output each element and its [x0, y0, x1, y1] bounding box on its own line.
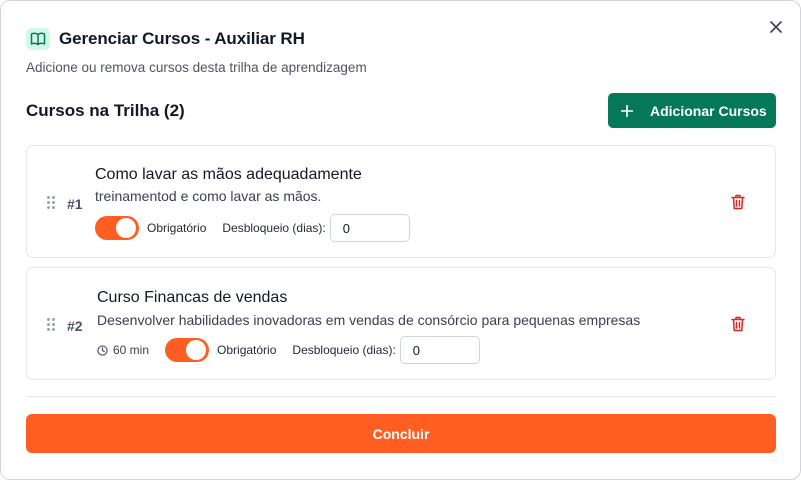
course-controls: 60 min Obrigatório Desbloqueio (dias): — [97, 336, 480, 364]
book-open-icon — [26, 28, 50, 50]
course-card: #2 Curso Financas de vendas Desenvolver … — [26, 267, 776, 380]
required-label: Obrigatório — [147, 221, 207, 235]
drag-handle-icon[interactable] — [47, 196, 55, 210]
drag-handle-icon[interactable] — [47, 318, 55, 332]
clock-icon — [97, 344, 108, 356]
duration-text: 60 min — [113, 343, 150, 357]
course-description: treinamentod e como lavar as mãos. — [95, 188, 322, 204]
add-courses-label: Adicionar Cursos — [650, 102, 767, 119]
trash-icon — [731, 316, 745, 332]
plus-icon — [621, 104, 633, 117]
unlock-days-input[interactable] — [399, 336, 480, 364]
course-order: #2 — [67, 318, 83, 334]
dialog-header: Gerenciar Cursos - Auxiliar RH — [26, 28, 305, 50]
close-icon — [770, 21, 782, 33]
remove-course-button[interactable] — [730, 315, 746, 333]
unlock-days-label: Desbloqueio (dias): — [292, 343, 396, 357]
add-courses-button[interactable]: Adicionar Cursos — [608, 93, 776, 128]
manage-courses-dialog: Gerenciar Cursos - Auxiliar RH Adicione … — [0, 0, 801, 480]
unlock-days-label: Desbloqueio (dias): — [222, 221, 326, 235]
footer-divider — [26, 396, 776, 397]
remove-course-button[interactable] — [730, 193, 746, 211]
course-card: #1 Como lavar as mãos adequadamente trei… — [26, 145, 776, 258]
dialog-subtitle: Adicione ou remova cursos desta trilha d… — [26, 60, 367, 75]
required-label: Obrigatório — [217, 343, 277, 357]
section-title: Cursos na Trilha (2) — [26, 101, 185, 120]
close-button[interactable] — [767, 18, 785, 36]
required-toggle[interactable] — [165, 338, 210, 362]
course-order: #1 — [67, 196, 83, 212]
course-controls: Obrigatório Desbloqueio (dias): — [95, 214, 410, 242]
unlock-days-input[interactable] — [329, 214, 410, 242]
trash-icon — [731, 194, 745, 210]
course-duration: 60 min — [97, 343, 149, 357]
dialog-title: Gerenciar Cursos - Auxiliar RH — [59, 29, 305, 48]
course-description: Desenvolver habilidades inovadoras em ve… — [97, 312, 641, 328]
required-toggle[interactable] — [95, 216, 139, 240]
done-button[interactable]: Concluir — [26, 414, 776, 453]
course-title: Como lavar as mãos adequadamente — [95, 166, 362, 183]
course-title: Curso Financas de vendas — [97, 289, 288, 306]
